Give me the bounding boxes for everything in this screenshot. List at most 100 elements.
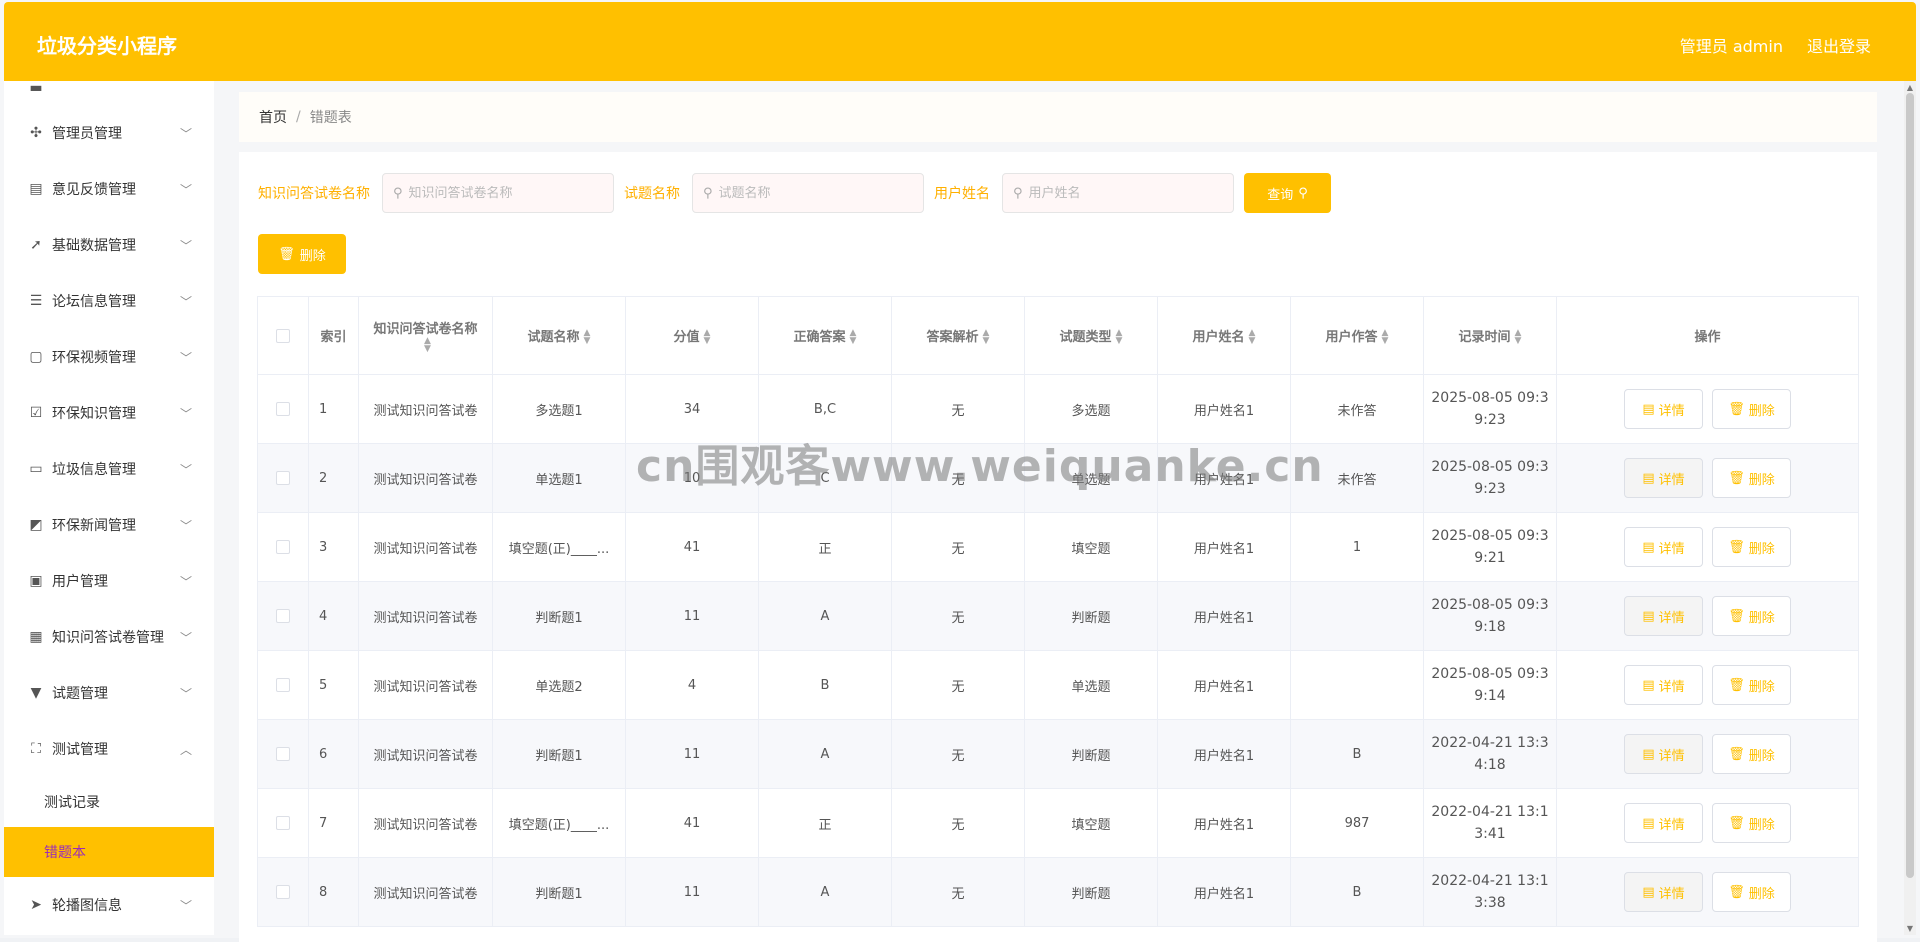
sidebar-item-tests[interactable]: ⛶ 测试管理 ︿	[4, 724, 214, 774]
sidebar-item-feedback[interactable]: ▤ 意见反馈管理 ﹀	[4, 164, 214, 214]
cell-ops: ▤ 详情 🗑 删除	[1556, 512, 1859, 582]
sort-icon[interactable]: ▲ ▼	[1382, 329, 1389, 346]
scroll-up-icon[interactable]: ▲	[1904, 83, 1916, 92]
row-checkbox[interactable]	[276, 609, 290, 623]
delete-button[interactable]: 🗑 删除	[1712, 665, 1791, 705]
row-checkbox[interactable]	[276, 885, 290, 899]
delete-button[interactable]: 🗑 删除	[1712, 527, 1791, 567]
batch-delete-button[interactable]: 🗑 删除	[258, 234, 346, 274]
sort-icon[interactable]: ▲ ▼	[704, 329, 711, 346]
header-user-label: 用户姓名	[1192, 329, 1245, 345]
sort-icon[interactable]: ▲ ▼	[983, 329, 990, 346]
header-actions: 管理员 admin 退出登录	[1680, 33, 1871, 57]
sidebar-item-questions[interactable]: ▼ 试题管理 ﹀	[4, 668, 214, 718]
detail-button[interactable]: ▤ 详情	[1624, 872, 1703, 912]
sidebar-item-video[interactable]: ▢ 环保视频管理 ﹀	[4, 332, 214, 382]
document-icon: ▤	[1642, 608, 1655, 624]
top-header: 垃圾分类小程序 管理员 admin 退出登录	[4, 2, 1916, 81]
sort-icon[interactable]: ▲ ▼	[424, 337, 431, 354]
header-answer[interactable]: 正确答案 ▲ ▼	[758, 296, 892, 375]
cell-paper: 测试知识问答试卷	[358, 719, 493, 789]
header-type[interactable]: 试题类型 ▲ ▼	[1024, 296, 1158, 375]
cell-question-text: 填空题(正)____...	[508, 541, 610, 557]
delete-button-label: 删除	[1748, 748, 1775, 764]
page-scrollbar[interactable]: ▲ ▼	[1904, 81, 1916, 935]
document-icon: ▤	[1642, 470, 1655, 486]
sort-icon[interactable]: ▲ ▼	[850, 329, 857, 346]
header-question[interactable]: 试题名称 ▲ ▼	[492, 296, 626, 375]
row-checkbox[interactable]	[276, 471, 290, 485]
sidebar-item-forum[interactable]: ☰ 论坛信息管理 ﹀	[4, 276, 214, 326]
row-checkbox[interactable]	[276, 678, 290, 692]
detail-button[interactable]: ▤ 详情	[1624, 665, 1703, 705]
detail-button[interactable]: ▤ 详情	[1624, 734, 1703, 774]
delete-button[interactable]: 🗑 删除	[1712, 872, 1791, 912]
header-time[interactable]: 记录时间 ▲ ▼	[1423, 296, 1557, 375]
header-user[interactable]: 用户姓名 ▲ ▼	[1157, 296, 1291, 375]
cell-analysis: 无	[891, 512, 1025, 582]
detail-button[interactable]: ▤ 详情	[1624, 803, 1703, 843]
row-checkbox[interactable]	[276, 402, 290, 416]
sidebar-item-papers[interactable]: ▦ 知识问答试卷管理 ﹀	[4, 612, 214, 662]
sidebar-item-label: 环保视频管理	[52, 350, 136, 366]
cell-answer: A	[758, 581, 892, 651]
row-checkbox[interactable]	[276, 540, 290, 554]
row-select-cell	[257, 857, 309, 927]
query-button[interactable]: 查询 ⚲	[1244, 173, 1331, 213]
sidebar-item-carousel[interactable]: ➤ 轮播图信息 ﹀	[4, 880, 214, 930]
delete-button[interactable]: 🗑 删除	[1712, 389, 1791, 429]
sidebar-item-users[interactable]: ▣ 用户管理 ﹀	[4, 556, 214, 606]
sidebar-subitem-test-records[interactable]: 测试记录	[4, 777, 214, 827]
sidebar-item-garbage[interactable]: ▭ 垃圾信息管理 ﹀	[4, 444, 214, 494]
sort-icon[interactable]: ▲ ▼	[1515, 329, 1522, 346]
cell-type: 判断题	[1024, 719, 1158, 789]
row-select-cell	[257, 719, 309, 789]
admin-account-link[interactable]: 管理员 admin	[1680, 33, 1783, 57]
detail-button[interactable]: ▤ 详情	[1624, 389, 1703, 429]
sort-icon[interactable]: ▲ ▼	[584, 329, 591, 346]
cell-time: 2022-04-21 13:3 4:18	[1423, 719, 1557, 789]
query-button-label: 查询	[1267, 187, 1294, 203]
delete-button[interactable]: 🗑 删除	[1712, 596, 1791, 636]
scroll-down-icon[interactable]: ▼	[1904, 924, 1916, 933]
logout-link[interactable]: 退出登录	[1807, 33, 1871, 57]
detail-button[interactable]: ▤ 详情	[1624, 596, 1703, 636]
delete-button[interactable]: 🗑 删除	[1712, 458, 1791, 498]
sidebar-item-label: 管理员管理	[52, 126, 122, 142]
detail-button[interactable]: ▤ 详情	[1624, 458, 1703, 498]
detail-button-label: 详情	[1658, 886, 1685, 902]
table-row: 8 测试知识问答试卷 判断题1 11 A 无判断题 用户姓名1 B 2022-04-21 13:…	[257, 857, 1859, 927]
sort-icon[interactable]: ▲ ▼	[1116, 329, 1123, 346]
delete-button-label: 删除	[1748, 472, 1775, 488]
select-all-checkbox[interactable]	[276, 328, 290, 343]
sidebar-subitem-wrong-book[interactable]: 错题本	[4, 827, 214, 877]
sidebar-item-knowledge[interactable]: ☑ 环保知识管理 ﹀	[4, 388, 214, 438]
header-user-answer[interactable]: 用户作答 ▲ ▼	[1290, 296, 1424, 375]
cell-score: 11	[625, 857, 759, 927]
breadcrumb-home[interactable]: 首页	[259, 107, 287, 127]
row-checkbox[interactable]	[276, 747, 290, 761]
sidebar-item-news[interactable]: ◩ 环保新闻管理 ﹀	[4, 500, 214, 550]
cell-user-answer: 未作答	[1290, 374, 1424, 444]
cell-analysis: 无	[891, 719, 1025, 789]
cell-user: 用户姓名1	[1157, 512, 1291, 582]
header-score[interactable]: 分值 ▲ ▼	[625, 296, 759, 375]
scrollbar-thumb[interactable]	[1906, 93, 1914, 878]
send-icon: ➚	[30, 237, 42, 253]
delete-button[interactable]: 🗑 删除	[1712, 734, 1791, 774]
user-name-input[interactable]	[1028, 185, 1219, 201]
sidebar-item-base-data[interactable]: ➚ 基础数据管理 ﹀	[4, 220, 214, 270]
row-checkbox[interactable]	[276, 816, 290, 830]
paper-name-input[interactable]	[408, 185, 599, 201]
sidebar-item-admin[interactable]: ✣ 管理员管理 ﹀	[4, 108, 214, 158]
header-analysis[interactable]: 答案解析 ▲ ▼	[891, 296, 1025, 375]
cell-analysis: 无	[891, 857, 1025, 927]
breadcrumb: 首页 / 错题表	[239, 92, 1877, 142]
header-paper[interactable]: 知识问答试卷名称 ▲ ▼	[358, 296, 493, 375]
search-bar: 知识问答试卷名称 ⚲ 试题名称 ⚲ 用户姓名 ⚲ 查询 ⚲	[258, 173, 1331, 213]
cell-question-text: 判断题1	[535, 748, 583, 764]
detail-button[interactable]: ▤ 详情	[1624, 527, 1703, 567]
sort-icon[interactable]: ▲ ▼	[1249, 329, 1256, 346]
question-name-input[interactable]	[718, 185, 909, 201]
delete-button[interactable]: 🗑 删除	[1712, 803, 1791, 843]
